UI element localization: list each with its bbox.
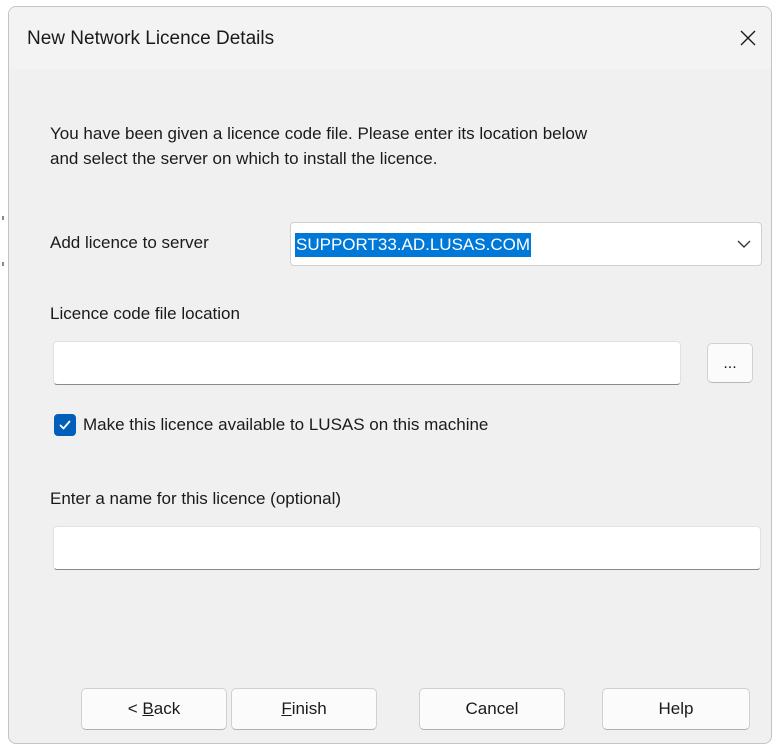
licence-name-input[interactable] (53, 526, 761, 570)
back-mnemonic: B (142, 699, 154, 718)
help-button[interactable]: Help (602, 688, 750, 730)
back-prefix: < (127, 699, 143, 718)
back-button-label: < Back (128, 699, 180, 719)
licence-name-label: Enter a name for this licence (optional) (50, 489, 342, 508)
intro-text: You have been given a licence code file.… (50, 121, 750, 171)
help-button-label: Help (658, 699, 694, 718)
licence-file-label: Licence code file location (50, 304, 240, 323)
server-label: Add licence to server (50, 233, 209, 252)
finish-button[interactable]: Finish (231, 688, 377, 730)
cancel-button-label: Cancel (465, 699, 519, 718)
close-icon (740, 30, 756, 46)
cancel-button[interactable]: Cancel (419, 688, 565, 730)
back-button[interactable]: < Back (81, 688, 227, 730)
server-selected-value: SUPPORT33.AD.LUSAS.COM (295, 233, 531, 257)
background-edge-mark (2, 262, 4, 266)
availability-checkbox[interactable] (54, 414, 76, 436)
availability-label: Make this licence available to LUSAS on … (83, 415, 489, 434)
intro-line-1: You have been given a licence code file.… (50, 124, 588, 143)
back-rest: ack (153, 699, 181, 718)
finish-button-label: Finish (281, 699, 326, 719)
background-edge-mark (2, 216, 4, 220)
title-bar: New Network Licence Details (9, 7, 771, 69)
server-combobox[interactable]: SUPPORT33.AD.LUSAS.COM (290, 222, 762, 266)
checkmark-icon (59, 420, 71, 430)
finish-rest: inish (291, 699, 327, 718)
finish-mnemonic: F (281, 699, 292, 718)
browse-button[interactable]: ... (707, 343, 753, 383)
licence-file-input[interactable] (53, 341, 681, 385)
browse-label: ... (723, 355, 737, 372)
chevron-down-icon (737, 240, 751, 248)
new-network-licence-dialog: New Network Licence Details You have bee… (8, 6, 772, 744)
dialog-title: New Network Licence Details (27, 28, 275, 49)
close-button[interactable] (725, 17, 771, 59)
intro-line-2: and select the server on which to instal… (50, 149, 438, 168)
